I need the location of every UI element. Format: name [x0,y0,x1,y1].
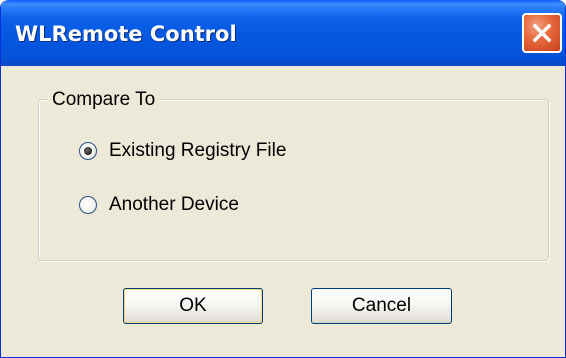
close-icon [532,23,552,43]
radio-existing-registry-file[interactable]: Existing Registry File [79,139,286,163]
compare-to-groupbox [38,99,549,261]
ok-button[interactable]: OK [123,288,263,324]
dialog-body: Compare To Existing Registry File Anothe… [5,66,561,354]
radio-button-selected[interactable] [79,142,97,160]
cancel-button[interactable]: Cancel [311,288,452,324]
radio-button-unselected[interactable] [79,196,97,214]
radio-label-another-device[interactable]: Another Device [109,194,239,216]
radio-label-existing-registry-file[interactable]: Existing Registry File [109,140,286,162]
radio-selected-dot [84,147,92,155]
groupbox-legend: Compare To [48,89,160,111]
dialog-window: WLRemote Control Compare To Existing Reg… [0,0,566,358]
title-bar[interactable]: WLRemote Control [1,0,565,66]
radio-another-device[interactable]: Another Device [79,193,239,217]
window-title: WLRemote Control [15,22,237,46]
close-button[interactable] [522,13,562,53]
